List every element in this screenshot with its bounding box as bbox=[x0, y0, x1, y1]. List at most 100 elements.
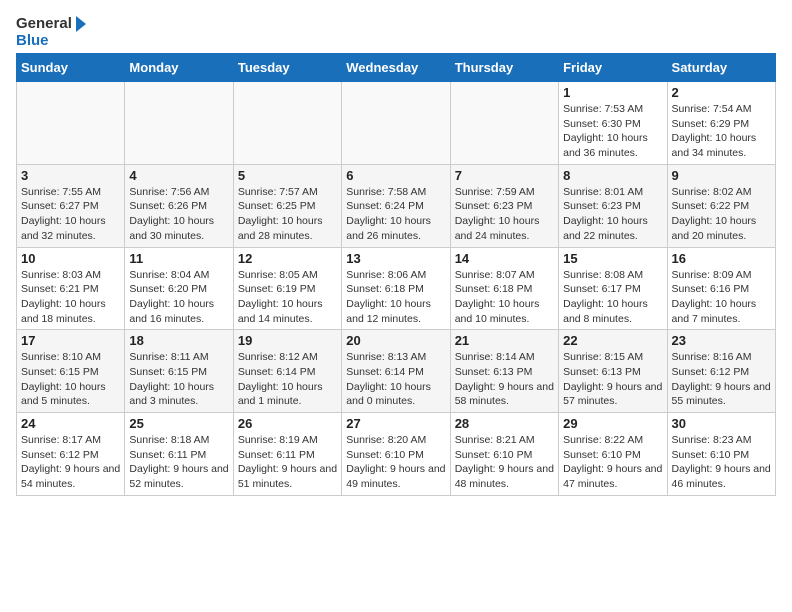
day-number: 2 bbox=[672, 85, 771, 100]
day-number: 14 bbox=[455, 251, 554, 266]
calendar-cell: 22 Sunrise: 8:15 AM Sunset: 6:13 PM Dayli… bbox=[559, 330, 667, 413]
calendar-cell: 12 Sunrise: 8:05 AM Sunset: 6:19 PM Dayli… bbox=[233, 247, 341, 330]
logo: General Blue bbox=[16, 16, 86, 49]
day-number: 13 bbox=[346, 251, 445, 266]
day-info: Sunrise: 8:06 AM Sunset: 6:18 PM Dayligh… bbox=[346, 268, 445, 327]
calendar-cell: 9 Sunrise: 8:02 AM Sunset: 6:22 PM Daylig… bbox=[667, 164, 775, 247]
weekday-header-row: SundayMondayTuesdayWednesdayThursdayFrid… bbox=[17, 54, 776, 82]
calendar-cell: 18 Sunrise: 8:11 AM Sunset: 6:15 PM Dayli… bbox=[125, 330, 233, 413]
calendar-week-row: 3 Sunrise: 7:55 AM Sunset: 6:27 PM Daylig… bbox=[17, 164, 776, 247]
day-info: Sunrise: 8:20 AM Sunset: 6:10 PM Dayligh… bbox=[346, 433, 445, 492]
day-info: Sunrise: 7:59 AM Sunset: 6:23 PM Dayligh… bbox=[455, 185, 554, 244]
weekday-header-tuesday: Tuesday bbox=[233, 54, 341, 82]
calendar-cell: 19 Sunrise: 8:12 AM Sunset: 6:14 PM Dayli… bbox=[233, 330, 341, 413]
calendar-cell: 2 Sunrise: 7:54 AM Sunset: 6:29 PM Daylig… bbox=[667, 82, 775, 165]
day-info: Sunrise: 8:18 AM Sunset: 6:11 PM Dayligh… bbox=[129, 433, 228, 492]
day-number: 17 bbox=[21, 333, 120, 348]
day-number: 6 bbox=[346, 168, 445, 183]
day-number: 24 bbox=[21, 416, 120, 431]
calendar-cell bbox=[17, 82, 125, 165]
calendar-cell: 20Sunrise: 8:13 AM Sunset: 6:14 PM Dayli… bbox=[342, 330, 450, 413]
logo-blue: Blue bbox=[16, 33, 49, 50]
day-number: 7 bbox=[455, 168, 554, 183]
calendar-cell: 16Sunrise: 8:09 AM Sunset: 6:16 PM Dayli… bbox=[667, 247, 775, 330]
calendar-cell: 27 Sunrise: 8:20 AM Sunset: 6:10 PM Dayli… bbox=[342, 413, 450, 496]
day-number: 23 bbox=[672, 333, 771, 348]
weekday-header-sunday: Sunday bbox=[17, 54, 125, 82]
calendar-cell: 11 Sunrise: 8:04 AM Sunset: 6:20 PM Dayli… bbox=[125, 247, 233, 330]
calendar-cell: 1 Sunrise: 7:53 AM Sunset: 6:30 PM Daylig… bbox=[559, 82, 667, 165]
calendar-cell: 15 Sunrise: 8:08 AM Sunset: 6:17 PM Dayli… bbox=[559, 247, 667, 330]
calendar-week-row: 1 Sunrise: 7:53 AM Sunset: 6:30 PM Daylig… bbox=[17, 82, 776, 165]
day-info: Sunrise: 8:22 AM Sunset: 6:10 PM Dayligh… bbox=[563, 433, 662, 492]
calendar-table: SundayMondayTuesdayWednesdayThursdayFrid… bbox=[16, 53, 776, 496]
day-info: Sunrise: 8:01 AM Sunset: 6:23 PM Dayligh… bbox=[563, 185, 662, 244]
weekday-header-friday: Friday bbox=[559, 54, 667, 82]
logo-general: General bbox=[16, 16, 86, 33]
day-number: 3 bbox=[21, 168, 120, 183]
day-info: Sunrise: 8:08 AM Sunset: 6:17 PM Dayligh… bbox=[563, 268, 662, 327]
day-number: 11 bbox=[129, 251, 228, 266]
day-info: Sunrise: 7:56 AM Sunset: 6:26 PM Dayligh… bbox=[129, 185, 228, 244]
day-number: 29 bbox=[563, 416, 662, 431]
day-number: 21 bbox=[455, 333, 554, 348]
day-info: Sunrise: 8:12 AM Sunset: 6:14 PM Dayligh… bbox=[238, 350, 337, 409]
calendar-cell: 21Sunrise: 8:14 AM Sunset: 6:13 PM Dayli… bbox=[450, 330, 558, 413]
day-number: 25 bbox=[129, 416, 228, 431]
calendar-cell bbox=[233, 82, 341, 165]
day-number: 15 bbox=[563, 251, 662, 266]
day-info: Sunrise: 7:53 AM Sunset: 6:30 PM Dayligh… bbox=[563, 102, 662, 161]
calendar-cell bbox=[450, 82, 558, 165]
day-number: 19 bbox=[238, 333, 337, 348]
day-info: Sunrise: 8:21 AM Sunset: 6:10 PM Dayligh… bbox=[455, 433, 554, 492]
calendar-cell bbox=[125, 82, 233, 165]
day-info: Sunrise: 8:02 AM Sunset: 6:22 PM Dayligh… bbox=[672, 185, 771, 244]
day-info: Sunrise: 7:54 AM Sunset: 6:29 PM Dayligh… bbox=[672, 102, 771, 161]
calendar-cell bbox=[342, 82, 450, 165]
day-info: Sunrise: 7:57 AM Sunset: 6:25 PM Dayligh… bbox=[238, 185, 337, 244]
day-number: 27 bbox=[346, 416, 445, 431]
page-header: General Blue bbox=[16, 16, 776, 49]
weekday-header-monday: Monday bbox=[125, 54, 233, 82]
day-info: Sunrise: 8:05 AM Sunset: 6:19 PM Dayligh… bbox=[238, 268, 337, 327]
day-info: Sunrise: 8:11 AM Sunset: 6:15 PM Dayligh… bbox=[129, 350, 228, 409]
day-number: 1 bbox=[563, 85, 662, 100]
day-info: Sunrise: 8:19 AM Sunset: 6:11 PM Dayligh… bbox=[238, 433, 337, 492]
day-number: 28 bbox=[455, 416, 554, 431]
day-number: 20 bbox=[346, 333, 445, 348]
day-number: 4 bbox=[129, 168, 228, 183]
day-info: Sunrise: 7:58 AM Sunset: 6:24 PM Dayligh… bbox=[346, 185, 445, 244]
calendar-cell: 4 Sunrise: 7:56 AM Sunset: 6:26 PM Daylig… bbox=[125, 164, 233, 247]
calendar-week-row: 10 Sunrise: 8:03 AM Sunset: 6:21 PM Dayli… bbox=[17, 247, 776, 330]
calendar-cell: 23 Sunrise: 8:16 AM Sunset: 6:12 PM Dayli… bbox=[667, 330, 775, 413]
calendar-cell: 25 Sunrise: 8:18 AM Sunset: 6:11 PM Dayli… bbox=[125, 413, 233, 496]
day-info: Sunrise: 8:16 AM Sunset: 6:12 PM Dayligh… bbox=[672, 350, 771, 409]
calendar-cell: 7 Sunrise: 7:59 AM Sunset: 6:23 PM Daylig… bbox=[450, 164, 558, 247]
day-number: 16 bbox=[672, 251, 771, 266]
day-info: Sunrise: 8:17 AM Sunset: 6:12 PM Dayligh… bbox=[21, 433, 120, 492]
day-info: Sunrise: 8:23 AM Sunset: 6:10 PM Dayligh… bbox=[672, 433, 771, 492]
day-number: 12 bbox=[238, 251, 337, 266]
calendar-cell: 17 Sunrise: 8:10 AM Sunset: 6:15 PM Dayli… bbox=[17, 330, 125, 413]
calendar-cell: 30Sunrise: 8:23 AM Sunset: 6:10 PM Dayli… bbox=[667, 413, 775, 496]
calendar-cell: 10 Sunrise: 8:03 AM Sunset: 6:21 PM Dayli… bbox=[17, 247, 125, 330]
day-info: Sunrise: 8:03 AM Sunset: 6:21 PM Dayligh… bbox=[21, 268, 120, 327]
day-number: 10 bbox=[21, 251, 120, 266]
calendar-cell: 6 Sunrise: 7:58 AM Sunset: 6:24 PM Daylig… bbox=[342, 164, 450, 247]
day-number: 18 bbox=[129, 333, 228, 348]
calendar-cell: 3 Sunrise: 7:55 AM Sunset: 6:27 PM Daylig… bbox=[17, 164, 125, 247]
calendar-week-row: 17 Sunrise: 8:10 AM Sunset: 6:15 PM Dayli… bbox=[17, 330, 776, 413]
weekday-header-saturday: Saturday bbox=[667, 54, 775, 82]
day-info: Sunrise: 7:55 AM Sunset: 6:27 PM Dayligh… bbox=[21, 185, 120, 244]
day-number: 9 bbox=[672, 168, 771, 183]
calendar-cell: 5Sunrise: 7:57 AM Sunset: 6:25 PM Daylig… bbox=[233, 164, 341, 247]
logo-arrow-icon bbox=[76, 16, 86, 32]
day-number: 8 bbox=[563, 168, 662, 183]
calendar-cell: 24 Sunrise: 8:17 AM Sunset: 6:12 PM Dayli… bbox=[17, 413, 125, 496]
day-info: Sunrise: 8:04 AM Sunset: 6:20 PM Dayligh… bbox=[129, 268, 228, 327]
day-info: Sunrise: 8:07 AM Sunset: 6:18 PM Dayligh… bbox=[455, 268, 554, 327]
day-info: Sunrise: 8:10 AM Sunset: 6:15 PM Dayligh… bbox=[21, 350, 120, 409]
day-info: Sunrise: 8:15 AM Sunset: 6:13 PM Dayligh… bbox=[563, 350, 662, 409]
day-number: 22 bbox=[563, 333, 662, 348]
weekday-header-wednesday: Wednesday bbox=[342, 54, 450, 82]
